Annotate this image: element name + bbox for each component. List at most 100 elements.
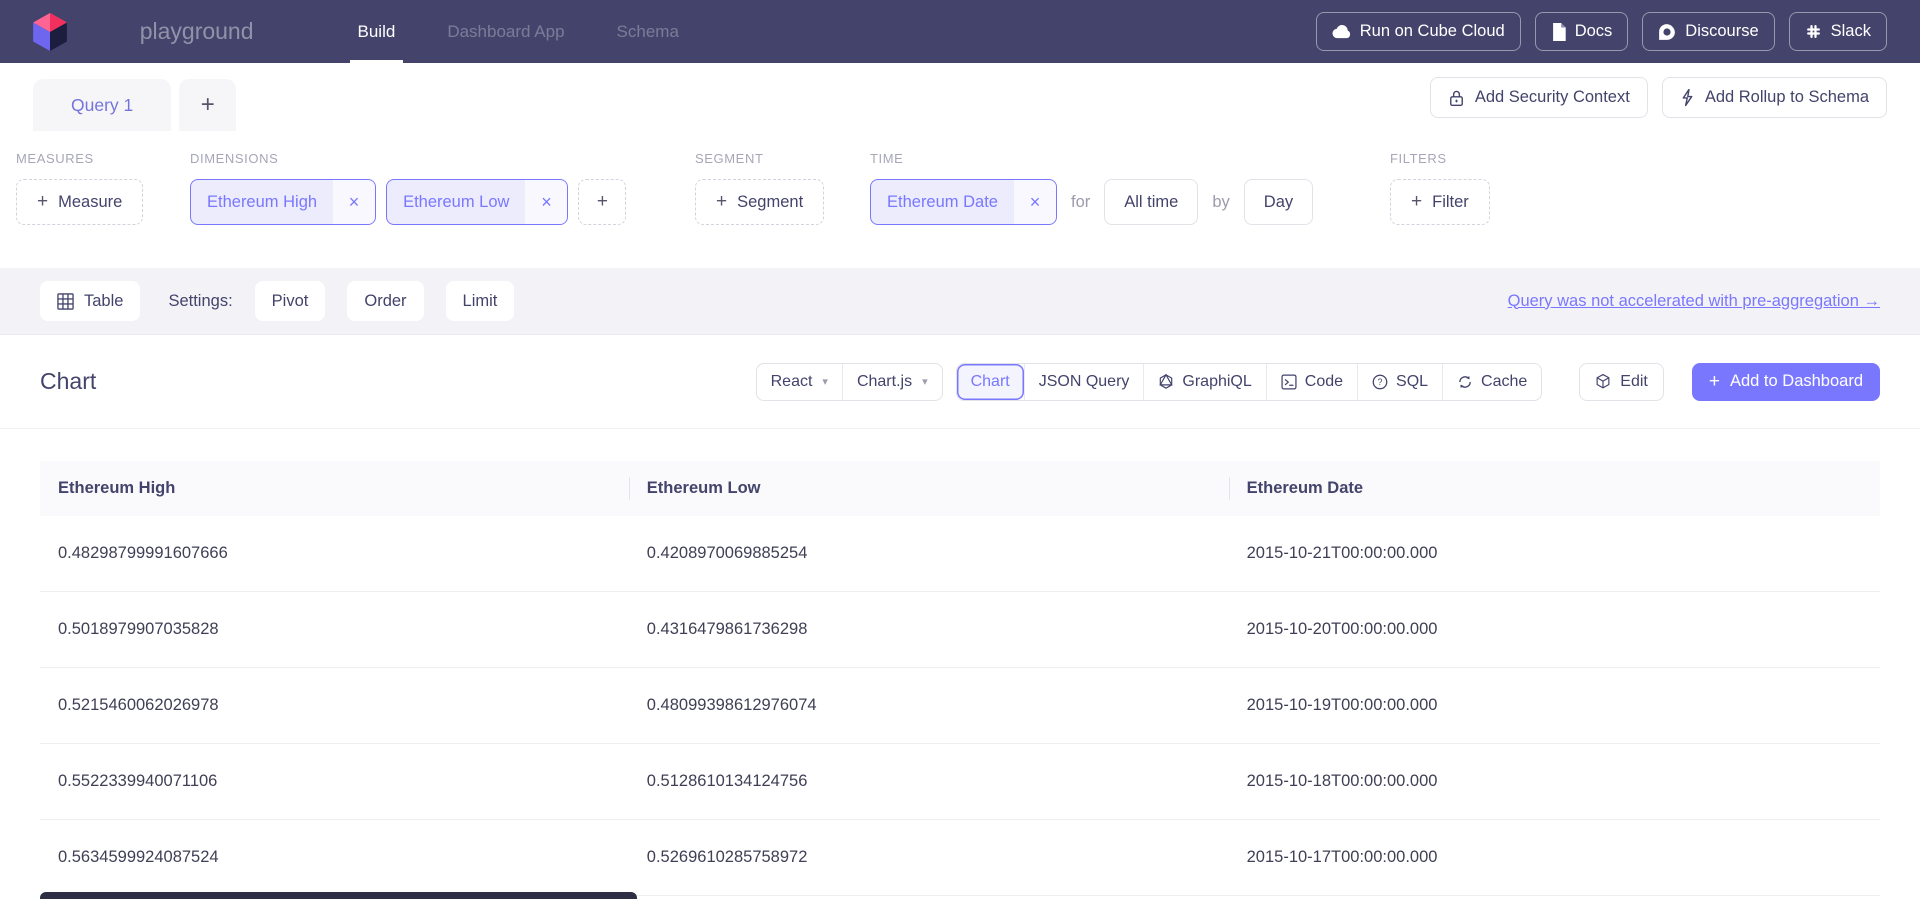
- settings-label: Settings:: [168, 292, 232, 311]
- chip-close-icon[interactable]: ×: [525, 180, 567, 224]
- add-filter-label: Filter: [1432, 193, 1469, 212]
- limit-button[interactable]: Limit: [446, 281, 515, 321]
- result-tabs-group: Chart JSON Query GraphiQL: [956, 363, 1543, 401]
- cell-high: 0.5634599924087524: [40, 848, 629, 867]
- cell-high: 0.5215460062026978: [40, 696, 629, 715]
- chip-close-icon[interactable]: ×: [333, 180, 375, 224]
- tab-code[interactable]: Code: [1266, 364, 1357, 400]
- framework-label: React: [771, 373, 813, 391]
- brand-name: cube.js: [77, 23, 128, 41]
- edit-label: Edit: [1620, 373, 1648, 391]
- table-view-label: Table: [84, 292, 123, 311]
- navbar: cube.js playground Build Dashboard App S…: [0, 0, 1920, 63]
- chart-card: Chart React ▾ Chart.js ▾ Chart JSON Quer…: [0, 334, 1920, 899]
- slack-button[interactable]: Slack: [1789, 12, 1887, 51]
- doc-icon: [1551, 23, 1566, 41]
- tab-chart[interactable]: Chart: [957, 364, 1024, 400]
- discourse-button[interactable]: Discourse: [1642, 12, 1774, 51]
- tab-json-query[interactable]: JSON Query: [1024, 364, 1144, 400]
- plus-icon: +: [716, 191, 727, 213]
- run-on-cube-cloud-button[interactable]: Run on Cube Cloud: [1316, 12, 1521, 51]
- tab-actions: Add Security Context Add Rollup to Schem…: [1430, 77, 1887, 118]
- cell-date: 2015-10-21T00:00:00.000: [1229, 544, 1880, 563]
- table-view-button[interactable]: Table: [40, 281, 140, 321]
- add-rollup-button[interactable]: Add Rollup to Schema: [1662, 77, 1887, 118]
- table-row: 0.5018979907035828 0.4316479861736298 20…: [40, 592, 1880, 668]
- results-table: Ethereum High Ethereum Low Ethereum Date…: [40, 461, 1880, 896]
- plus-icon: +: [597, 191, 608, 213]
- cell-low: 0.5128610134124756: [629, 772, 1229, 791]
- docs-label: Docs: [1575, 22, 1613, 41]
- cell-date: 2015-10-20T00:00:00.000: [1229, 620, 1880, 639]
- nav-item-schema[interactable]: Schema: [591, 0, 705, 63]
- tab-sql-label: SQL: [1396, 373, 1428, 391]
- dimension-chip-ethereum-low[interactable]: Ethereum Low ×: [386, 179, 568, 225]
- add-filter-button[interactable]: + Filter: [1390, 179, 1490, 225]
- cell-date: 2015-10-17T00:00:00.000: [1229, 848, 1880, 867]
- plus-icon: +: [1709, 371, 1720, 393]
- chevron-down-icon: ▾: [822, 375, 828, 388]
- add-measure-button[interactable]: + Measure: [16, 179, 143, 225]
- chart-title: Chart: [40, 368, 96, 395]
- graphql-icon: [1158, 373, 1174, 390]
- library-select[interactable]: Chart.js ▾: [842, 364, 942, 400]
- table-row: 0.48298799991607666 0.4208970069885254 2…: [40, 516, 1880, 592]
- preaggregation-link[interactable]: Query was not accelerated with pre-aggre…: [1508, 292, 1880, 311]
- add-to-dashboard-label: Add to Dashboard: [1730, 372, 1863, 391]
- codesandbox-icon: [1595, 373, 1611, 390]
- column-header-ethereum-high[interactable]: Ethereum High: [40, 461, 629, 516]
- add-security-context-label: Add Security Context: [1475, 88, 1630, 107]
- column-header-ethereum-low[interactable]: Ethereum Low: [629, 461, 1229, 516]
- table-row: 0.5634599924087524 0.5269610285758972 20…: [40, 820, 1880, 896]
- results-table-header: Ethereum High Ethereum Low Ethereum Date: [40, 461, 1880, 516]
- add-dimension-button[interactable]: +: [578, 179, 626, 225]
- filters-section: FILTERS + Filter: [1390, 151, 1490, 225]
- plus-icon: +: [1411, 191, 1422, 213]
- tab-cache[interactable]: Cache: [1442, 364, 1541, 400]
- code-icon: [1281, 374, 1297, 390]
- bottom-partial-bar: [40, 892, 637, 899]
- nav-item-dashboard-app[interactable]: Dashboard App: [421, 0, 590, 63]
- question-circle-icon: ?: [1372, 374, 1388, 390]
- time-chip-ethereum-date[interactable]: Ethereum Date ×: [870, 179, 1057, 225]
- query-tabstrip: Query 1 + Add Security Context Add Rollu…: [0, 63, 1920, 131]
- order-button[interactable]: Order: [347, 281, 423, 321]
- dimension-chip-ethereum-high[interactable]: Ethereum High ×: [190, 179, 376, 225]
- edit-button[interactable]: Edit: [1579, 363, 1664, 401]
- nav-item-build[interactable]: Build: [332, 0, 422, 63]
- chip-label: Ethereum Low: [387, 180, 525, 224]
- measures-label: MEASURES: [16, 151, 143, 166]
- by-label: by: [1212, 193, 1229, 212]
- measures-section: MEASURES + Measure: [16, 151, 143, 225]
- add-segment-button[interactable]: + Segment: [695, 179, 824, 225]
- cell-date: 2015-10-18T00:00:00.000: [1229, 772, 1880, 791]
- cell-high: 0.5522339940071106: [40, 772, 629, 791]
- tab-graphiql-label: GraphiQL: [1182, 373, 1251, 391]
- brand-suffix: playground: [140, 18, 254, 45]
- nav-actions: Run on Cube Cloud Docs Discourse: [1316, 12, 1887, 51]
- segment-label: SEGMENT: [695, 151, 824, 166]
- cell-low: 0.5269610285758972: [629, 848, 1229, 867]
- chart-header: Chart React ▾ Chart.js ▾ Chart JSON Quer…: [0, 335, 1920, 429]
- chip-close-icon[interactable]: ×: [1014, 180, 1056, 224]
- chip-label: Ethereum High: [191, 180, 333, 224]
- date-range-button[interactable]: All time: [1104, 179, 1198, 225]
- slack-label: Slack: [1831, 22, 1871, 41]
- docs-button[interactable]: Docs: [1535, 12, 1629, 51]
- sync-icon: [1457, 374, 1473, 390]
- add-security-context-button[interactable]: Add Security Context: [1430, 77, 1648, 118]
- tab-cache-label: Cache: [1481, 373, 1527, 391]
- granularity-button[interactable]: Day: [1244, 179, 1313, 225]
- column-header-ethereum-date[interactable]: Ethereum Date: [1229, 461, 1880, 516]
- add-query-tab[interactable]: +: [179, 79, 236, 131]
- tab-sql[interactable]: ? SQL: [1357, 364, 1442, 400]
- chevron-down-icon: ▾: [922, 375, 928, 388]
- table-row: 0.5215460062026978 0.48099398612976074 2…: [40, 668, 1880, 744]
- add-to-dashboard-button[interactable]: + Add to Dashboard: [1692, 363, 1880, 401]
- pivot-button[interactable]: Pivot: [255, 281, 326, 321]
- framework-select[interactable]: React ▾: [757, 364, 842, 400]
- tab-graphiql[interactable]: GraphiQL: [1143, 364, 1265, 400]
- query-tab[interactable]: Query 1: [33, 79, 171, 131]
- add-rollup-label: Add Rollup to Schema: [1705, 88, 1869, 107]
- cell-date: 2015-10-19T00:00:00.000: [1229, 696, 1880, 715]
